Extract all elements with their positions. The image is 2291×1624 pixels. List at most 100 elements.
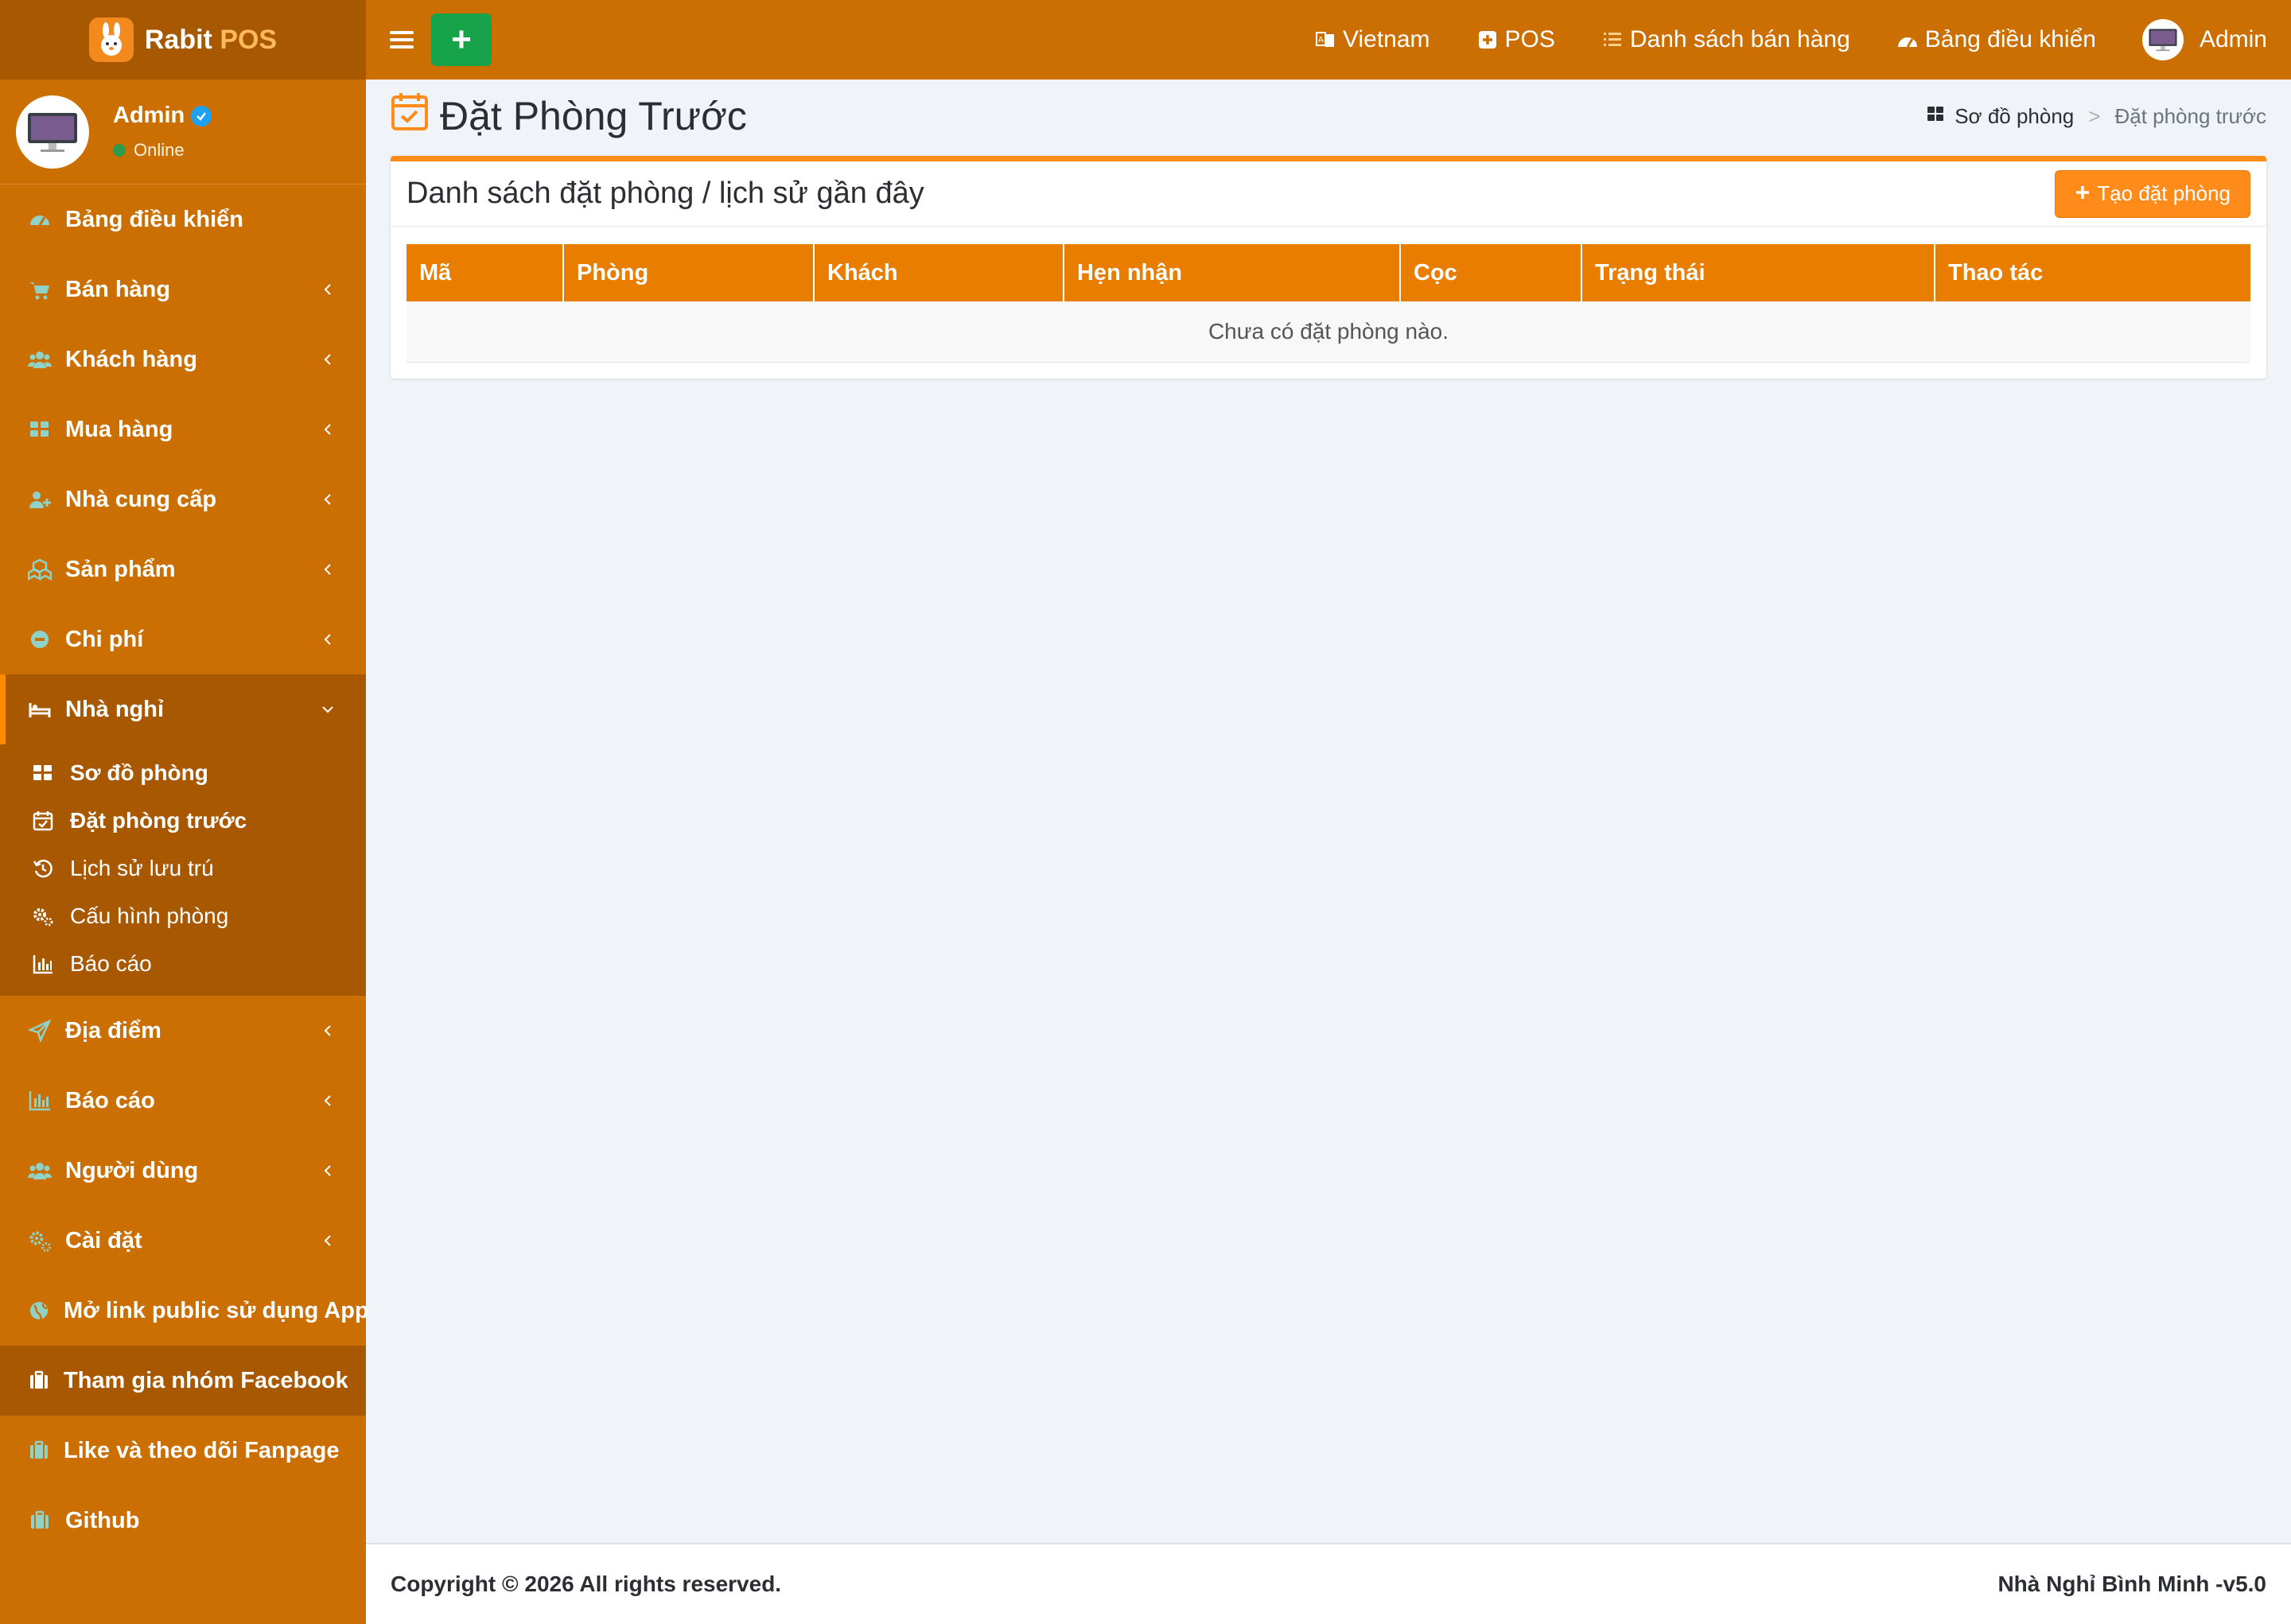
sidebar-item-public-link[interactable]: Mở link public sử dụng App — [0, 1276, 369, 1346]
sidebar-item-customers[interactable]: Khách hàng — [0, 324, 366, 394]
column-header[interactable]: Khách — [814, 244, 1064, 301]
column-header[interactable]: Phòng — [563, 244, 815, 301]
dashboard-link[interactable]: Bảng điều khiển — [1896, 26, 2096, 53]
briefcase-icon — [27, 1508, 53, 1533]
user-panel[interactable]: Admin Online — [0, 80, 366, 185]
chevron-left-icon — [324, 1095, 331, 1106]
sidebar-item-github[interactable]: Github — [0, 1486, 366, 1556]
menu-toggle-icon[interactable] — [390, 28, 414, 52]
bar-chart-icon — [27, 1088, 53, 1113]
sidebar-subitem-booking[interactable]: Đặt phòng trước — [0, 797, 366, 845]
sidebar-item-motel[interactable]: Nhà nghỉ — [0, 674, 366, 744]
footer: Copyright © 2026 All rights reserved. Nh… — [366, 1543, 2291, 1624]
quick-add-button[interactable]: + — [431, 14, 492, 66]
brand-name: Rabit POS — [144, 24, 278, 55]
plus-icon — [2075, 181, 2091, 206]
sidebar-item-suppliers[interactable]: Nhà cung cấp — [0, 464, 366, 534]
chevron-down-icon — [322, 706, 333, 713]
breadcrumb-current: Đặt phòng trước — [2114, 103, 2266, 128]
page-title: Đặt Phòng Trước — [391, 91, 747, 141]
bar-chart-icon — [30, 951, 56, 977]
list-icon — [1601, 29, 1624, 51]
sidebar-item-settings[interactable]: Cài đặt — [0, 1206, 366, 1276]
sidebar-item-facebook-group[interactable]: Tham gia nhóm Facebook — [0, 1346, 366, 1416]
sidebar-nav: Bảng điều khiển Bán hàng Khách hàng Mua … — [0, 185, 366, 744]
cubes-icon — [27, 557, 53, 582]
verified-icon — [191, 105, 212, 126]
chevron-left-icon — [324, 1025, 331, 1036]
sidebar-subitem-stay-history[interactable]: Lịch sử lưu trú — [0, 845, 366, 892]
chevron-left-icon — [324, 1235, 331, 1246]
chevron-left-icon — [324, 634, 331, 645]
briefcase-icon — [27, 1368, 51, 1393]
avatar — [2141, 19, 2184, 60]
sidebar-item-expenses[interactable]: Chi phí — [0, 604, 366, 674]
column-header[interactable]: Cọc — [1400, 244, 1582, 301]
paper-plane-icon — [27, 1018, 53, 1043]
sidebar-submenu-motel: Sơ đồ phòng Đặt phòng trước Lịch sử lưu … — [0, 744, 366, 996]
gears-icon — [27, 1228, 53, 1253]
briefcase-icon — [27, 1438, 51, 1463]
chevron-left-icon — [324, 284, 331, 295]
column-header[interactable]: Trạng thái — [1581, 244, 1935, 301]
globe-icon — [27, 1298, 51, 1323]
create-booking-button[interactable]: Tạo đặt phòng — [2055, 169, 2250, 218]
language-switch[interactable]: A Vietnam — [1314, 26, 1430, 53]
online-dot-icon — [113, 144, 126, 157]
user-plus-icon — [27, 487, 53, 512]
empty-message: Chưa có đặt phòng nào. — [406, 301, 2250, 363]
grid-icon — [1926, 104, 1945, 129]
bed-icon — [27, 697, 53, 722]
dashboard-icon — [1896, 29, 1919, 51]
sidebar-item-locations[interactable]: Địa điểm — [0, 996, 366, 1066]
sidebar-item-reports[interactable]: Báo cáo — [0, 1066, 366, 1136]
users-icon — [27, 1158, 53, 1183]
sidebar-nav-more: Địa điểm Báo cáo Người dùng Cài đặt Mở l… — [0, 996, 369, 1556]
grid-icon — [30, 760, 56, 786]
breadcrumb: Sơ đồ phòng > Đặt phòng trước — [1926, 104, 2266, 129]
column-header[interactable]: Thao tác — [1935, 244, 2250, 301]
pos-link[interactable]: POS — [1476, 26, 1555, 53]
column-header[interactable]: Mã — [406, 244, 564, 301]
plus-square-icon — [1476, 29, 1499, 51]
sidebar-item-purchases[interactable]: Mua hàng — [0, 394, 366, 464]
sidebar-subitem-report[interactable]: Báo cáo — [0, 940, 366, 988]
column-header[interactable]: Hẹn nhận — [1064, 244, 1401, 301]
app-version: Nhà Nghỉ Bình Minh -v5.0 — [1997, 1572, 2266, 1596]
chevron-left-icon — [324, 354, 331, 365]
sidebar-subitem-room-config[interactable]: Cấu hình phòng — [0, 892, 366, 940]
chevron-left-icon — [324, 564, 331, 575]
topbar: + A Vietnam POS Danh sách bán hàng Bảng … — [366, 0, 2291, 80]
avatar — [16, 95, 89, 169]
calendar-check-icon — [391, 91, 429, 141]
brand[interactable]: Rabit POS — [0, 0, 366, 80]
chevron-left-icon — [324, 424, 331, 435]
minus-circle-icon — [27, 627, 53, 652]
sidebar-subitem-room-map[interactable]: Sơ đồ phòng — [0, 749, 366, 797]
sidebar-item-users[interactable]: Người dùng — [0, 1136, 366, 1206]
copyright: Copyright © 2026 All rights reserved. — [391, 1572, 782, 1596]
table-row: Chưa có đặt phòng nào. — [406, 301, 2250, 363]
sidebar-item-dashboard[interactable]: Bảng điều khiển — [0, 185, 366, 254]
breadcrumb-room-map[interactable]: Sơ đồ phòng — [1955, 104, 2074, 129]
user-status: Online — [113, 140, 212, 161]
sidebar-item-sales[interactable]: Bán hàng — [0, 254, 366, 324]
dashboard-icon — [27, 207, 53, 232]
user-name: Admin — [113, 103, 212, 129]
card-title: Danh sách đặt phòng / lịch sử gần đây — [406, 177, 924, 210]
rabbit-logo-icon — [88, 17, 134, 62]
user-menu[interactable]: Admin — [2141, 19, 2267, 60]
main-content: Đặt Phòng Trước Sơ đồ phòng > Đặt phòng … — [366, 80, 2291, 1543]
svg-text:A: A — [1318, 36, 1324, 45]
history-icon — [30, 856, 56, 881]
gears-icon — [30, 903, 56, 929]
cart-icon — [27, 277, 53, 302]
sales-list-link[interactable]: Danh sách bán hàng — [1601, 26, 1850, 53]
sidebar: Rabit POS Admin Online Bảng điều khiển B… — [0, 0, 369, 1624]
users-icon — [27, 347, 53, 372]
chevron-left-icon — [324, 1165, 331, 1176]
sidebar-item-fanpage[interactable]: Like và theo dõi Fanpage — [0, 1416, 366, 1486]
sidebar-item-products[interactable]: Sản phẩm — [0, 534, 366, 604]
calendar-check-icon — [30, 808, 56, 833]
chevron-left-icon — [324, 494, 331, 505]
